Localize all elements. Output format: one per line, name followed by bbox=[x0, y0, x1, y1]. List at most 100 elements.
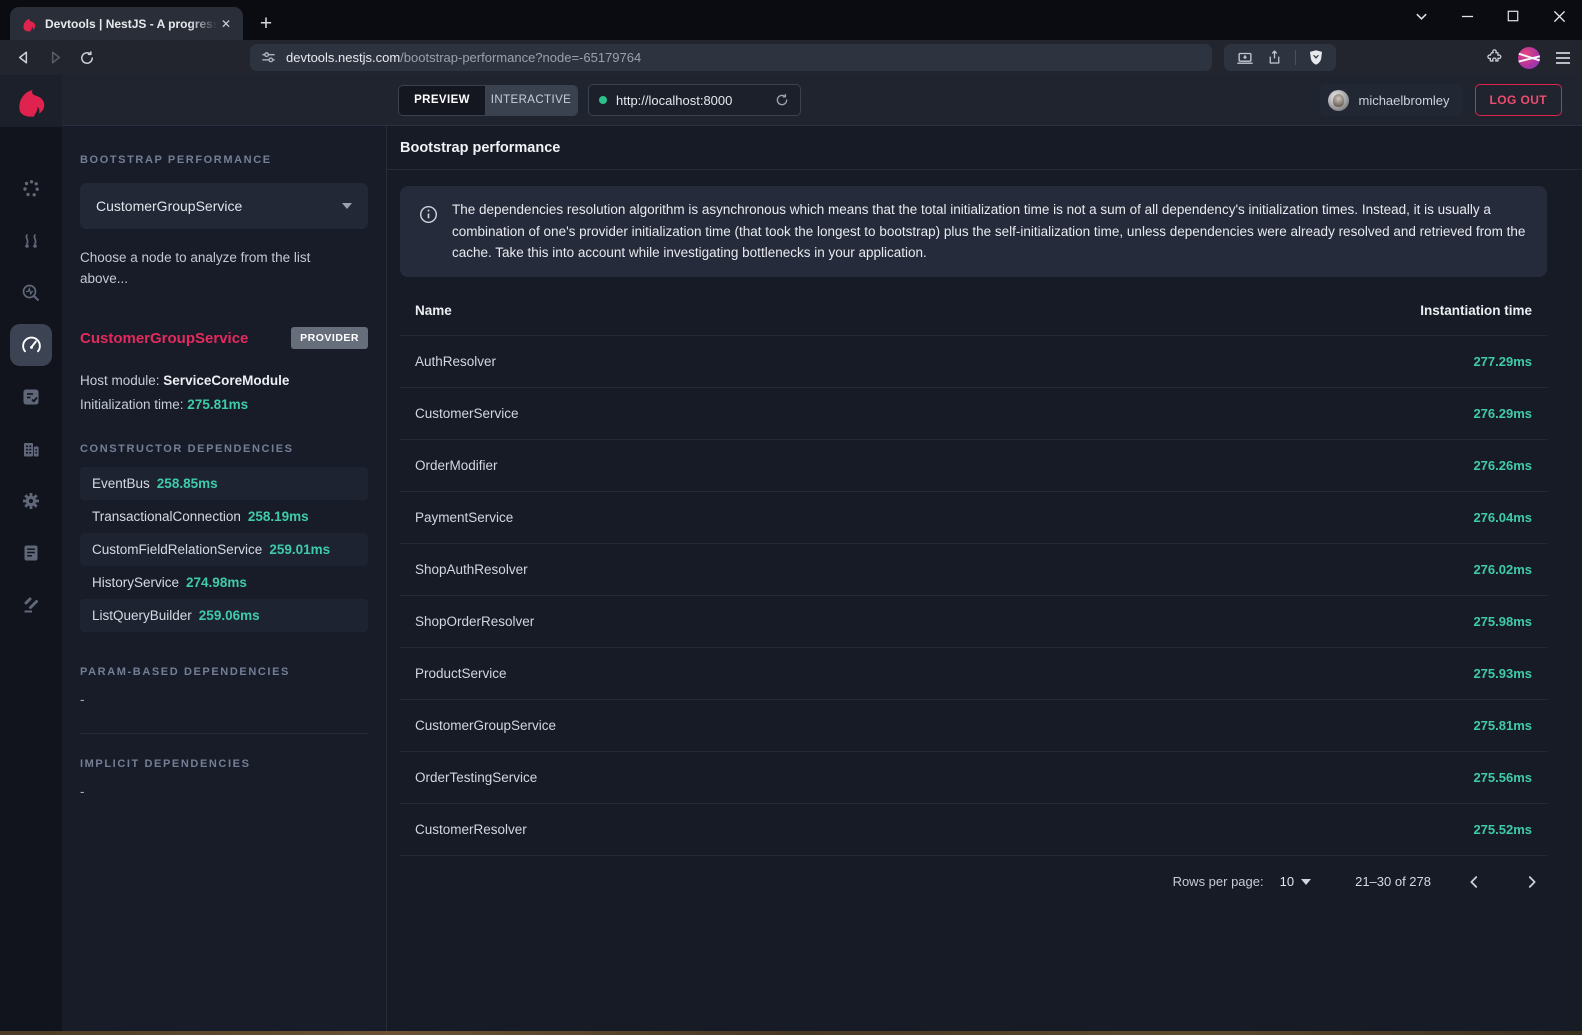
list-item[interactable]: ListQueryBuilder259.06ms bbox=[80, 599, 368, 632]
main-content: Bootstrap performance The dependencies r… bbox=[387, 126, 1582, 1031]
table-row[interactable]: PaymentService276.04ms bbox=[400, 492, 1547, 544]
constructor-deps-title: CONSTRUCTOR DEPENDENCIES bbox=[80, 443, 368, 455]
routes-icon bbox=[10, 220, 52, 262]
url-bar[interactable]: devtools.nestjs.com/bootstrap-performanc… bbox=[250, 44, 1212, 71]
performance-table: AuthResolver277.29ms CustomerService276.… bbox=[400, 336, 1547, 856]
target-url-field[interactable]: http://localhost:8000 bbox=[588, 84, 801, 116]
window-controls bbox=[1398, 0, 1582, 32]
sidebar-item-docs[interactable] bbox=[0, 527, 62, 579]
bootstrap-panel: BOOTSTRAP PERFORMANCE CustomerGroupServi… bbox=[62, 126, 387, 1031]
host-module-line: Host module: ServiceCoreModule bbox=[80, 369, 368, 393]
sidebar-item-performance[interactable] bbox=[0, 319, 62, 371]
info-banner: The dependencies resolution algorithm is… bbox=[400, 186, 1547, 277]
sidebar-item-modules[interactable] bbox=[0, 423, 62, 475]
inspect-icon bbox=[10, 272, 52, 314]
next-page-icon[interactable] bbox=[1517, 867, 1547, 897]
rows-per-page-select[interactable]: 10 bbox=[1280, 874, 1311, 889]
gear-icon bbox=[10, 480, 52, 522]
table-row[interactable]: OrderTestingService275.56ms bbox=[400, 752, 1547, 804]
interactive-tab[interactable]: INTERACTIVE bbox=[485, 86, 577, 115]
provider-badge: PROVIDER bbox=[291, 327, 368, 349]
sidebar-item-inspect[interactable] bbox=[0, 267, 62, 319]
node-select[interactable]: CustomerGroupService bbox=[80, 183, 368, 229]
tab-title: Devtools | NestJS - A progressive bbox=[45, 17, 217, 31]
user-avatar bbox=[1328, 90, 1349, 111]
app-icon-sidebar bbox=[0, 75, 62, 1031]
maximize-icon[interactable] bbox=[1490, 0, 1536, 32]
performance-icon bbox=[10, 324, 52, 366]
minimize-icon[interactable] bbox=[1444, 0, 1490, 32]
menu-icon[interactable] bbox=[1554, 50, 1572, 66]
checklist-icon bbox=[10, 376, 52, 418]
forward-icon[interactable] bbox=[40, 44, 70, 72]
nestjs-favicon-icon bbox=[21, 16, 37, 32]
desktop-wallpaper-edge bbox=[0, 1031, 1582, 1035]
param-deps-title: PARAM-BASED DEPENDENCIES bbox=[80, 666, 368, 678]
connection-status-dot bbox=[599, 96, 607, 104]
previous-page-icon[interactable] bbox=[1459, 867, 1489, 897]
pagination-range: 21–30 of 278 bbox=[1355, 874, 1431, 889]
gavel-icon bbox=[10, 584, 52, 626]
table-row[interactable]: ShopOrderResolver275.98ms bbox=[400, 596, 1547, 648]
url-action-icons bbox=[1224, 44, 1336, 71]
chevron-down-icon bbox=[1301, 879, 1311, 885]
building-icon bbox=[10, 428, 52, 470]
new-tab-button[interactable]: + bbox=[252, 10, 280, 38]
table-row[interactable]: CustomerService276.29ms bbox=[400, 388, 1547, 440]
chevron-down-icon bbox=[342, 203, 352, 209]
list-item[interactable]: TransactionalConnection258.19ms bbox=[80, 500, 368, 533]
user-chip[interactable]: michaelbromley bbox=[1320, 84, 1462, 116]
brave-shield-icon[interactable] bbox=[1308, 49, 1324, 66]
pagination: Rows per page: 10 21–30 of 278 bbox=[400, 856, 1547, 908]
app-header: PREVIEW INTERACTIVE http://localhost:800… bbox=[62, 75, 1582, 126]
table-row[interactable]: CustomerResolver275.52ms bbox=[400, 804, 1547, 856]
table-row[interactable]: AuthResolver277.29ms bbox=[400, 336, 1547, 388]
constructor-deps-list: EventBus258.85ms TransactionalConnection… bbox=[80, 467, 368, 632]
table-row[interactable]: ProductService275.93ms bbox=[400, 648, 1547, 700]
sidebar-item-routes[interactable] bbox=[0, 215, 62, 267]
logout-button[interactable]: LOG OUT bbox=[1475, 84, 1562, 116]
info-text: The dependencies resolution algorithm is… bbox=[452, 199, 1528, 264]
table-row[interactable]: CustomerGroupService275.81ms bbox=[400, 700, 1547, 752]
extensions-icon[interactable] bbox=[1485, 48, 1504, 67]
list-item[interactable]: CustomFieldRelationService259.01ms bbox=[80, 533, 368, 566]
target-url-text: http://localhost:8000 bbox=[616, 93, 765, 108]
table-row[interactable]: OrderModifier276.26ms bbox=[400, 440, 1547, 492]
panel-section-title: BOOTSTRAP PERFORMANCE bbox=[80, 154, 368, 166]
browser-titlebar: Devtools | NestJS - A progressive ✕ + bbox=[0, 0, 1582, 40]
username: michaelbromley bbox=[1358, 93, 1449, 108]
init-time-line: Initialization time: 275.81ms bbox=[80, 393, 368, 417]
browser-navbar: devtools.nestjs.com/bootstrap-performanc… bbox=[0, 40, 1582, 75]
column-name: Name bbox=[415, 303, 452, 318]
info-icon bbox=[419, 205, 438, 224]
tab-close-icon[interactable]: ✕ bbox=[217, 15, 235, 33]
divider bbox=[80, 733, 368, 734]
param-deps-value: - bbox=[80, 692, 368, 707]
share-icon[interactable] bbox=[1266, 49, 1283, 66]
devtools-app: PREVIEW INTERACTIVE http://localhost:800… bbox=[0, 75, 1582, 1031]
site-settings-icon[interactable] bbox=[260, 49, 277, 66]
nestjs-logo-icon[interactable] bbox=[0, 75, 62, 127]
node-select-value: CustomerGroupService bbox=[96, 198, 342, 214]
sidebar-item-gavel[interactable] bbox=[0, 579, 62, 631]
refresh-target-icon[interactable] bbox=[774, 92, 790, 108]
table-row[interactable]: ShopAuthResolver276.02ms bbox=[400, 544, 1547, 596]
reload-icon[interactable] bbox=[72, 44, 102, 72]
sidebar-item-checklist[interactable] bbox=[0, 371, 62, 423]
sidebar-item-graph[interactable] bbox=[0, 163, 62, 215]
list-item[interactable]: HistoryService274.98ms bbox=[80, 566, 368, 599]
close-icon[interactable] bbox=[1536, 0, 1582, 32]
document-icon bbox=[10, 532, 52, 574]
back-icon[interactable] bbox=[8, 44, 38, 72]
implicit-deps-title: IMPLICIT DEPENDENCIES bbox=[80, 758, 368, 770]
list-item[interactable]: EventBus258.85ms bbox=[80, 467, 368, 500]
panel-hint: Choose a node to analyze from the list a… bbox=[80, 247, 330, 289]
browser-profile-avatar[interactable] bbox=[1518, 47, 1540, 69]
preview-tab[interactable]: PREVIEW bbox=[399, 86, 485, 115]
browser-tab[interactable]: Devtools | NestJS - A progressive ✕ bbox=[10, 7, 243, 40]
implicit-deps-value: - bbox=[80, 784, 368, 799]
graph-icon bbox=[10, 168, 52, 210]
sidebar-item-settings[interactable] bbox=[0, 475, 62, 527]
send-to-device-icon[interactable] bbox=[1236, 49, 1254, 67]
tab-search-icon[interactable] bbox=[1398, 0, 1444, 32]
